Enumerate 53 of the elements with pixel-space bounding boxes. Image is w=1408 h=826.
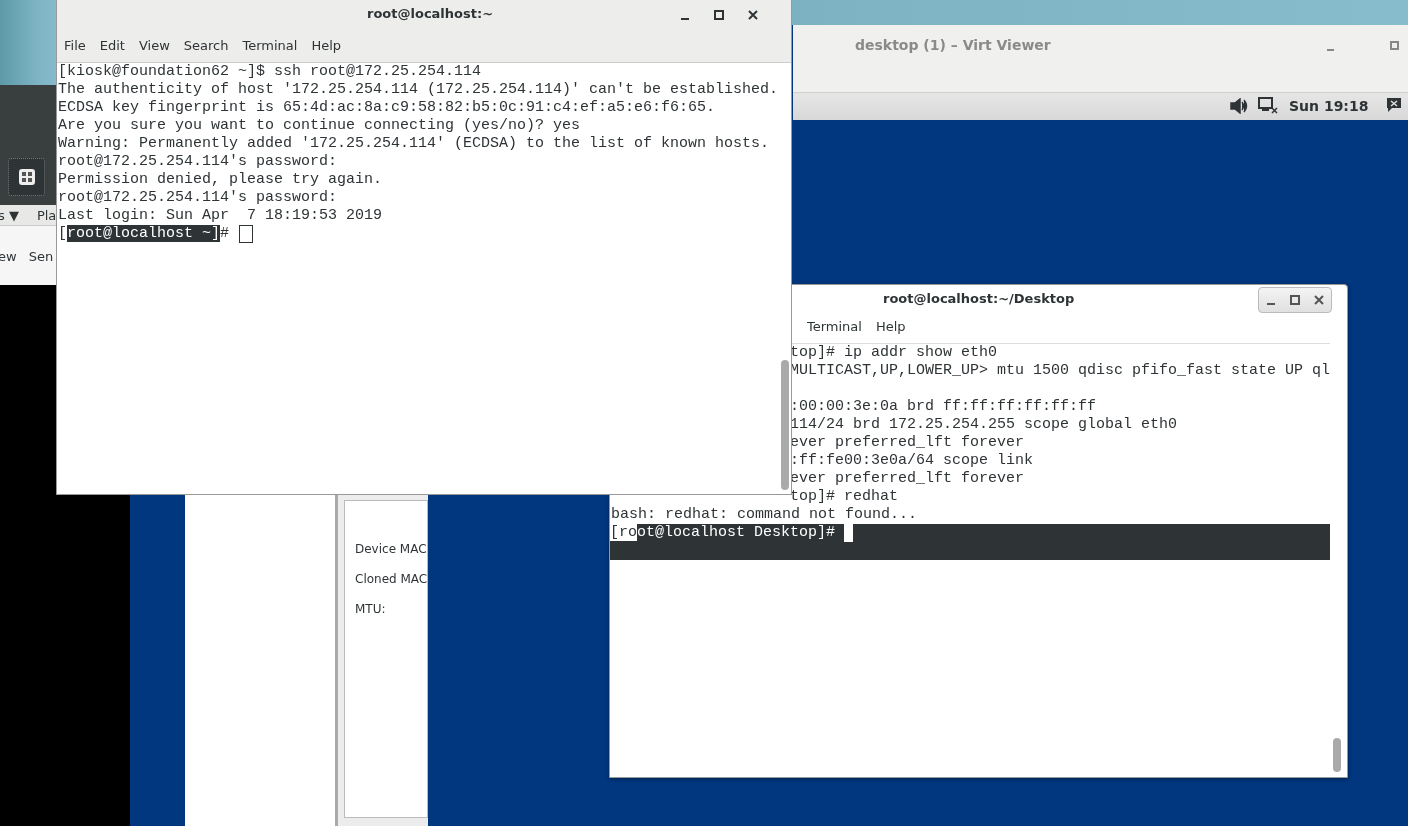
menu-item[interactable]: Edit (92, 38, 132, 53)
terminal-text: bash: redhat: command not found... (611, 506, 918, 523)
terminal-text: 114/24 brd 172.25.254.255 scope global eth0 (790, 416, 1178, 433)
terminal-text: ECDSA key fingerprint is 65:4d:ac:8a:c9:58:82:b5:0c:91:c4:ef:a5:e6:f6:65. (58, 99, 716, 116)
menu-item[interactable]: View (131, 38, 177, 53)
volume-icon[interactable] (1230, 98, 1248, 114)
menu-item[interactable]: Help (868, 319, 913, 334)
terminal-text: top]# ip addr show eth0 (790, 344, 998, 361)
field-label: MTU: (355, 602, 387, 616)
menu-item[interactable]: Terminal (800, 319, 869, 334)
minimize-icon (1326, 49, 1334, 51)
menu-item[interactable]: Search (176, 38, 236, 53)
close-icon (1314, 295, 1324, 305)
terminal-text: The authenticity of host '172.25.254.114 (172.25.254.114)' can't be established. (58, 81, 779, 98)
terminal-text: Are you sure you want to continue connecting (yes/no)? yes (58, 117, 581, 134)
terminal-text: Last login: Sun Apr 7 18:19:53 2019 (58, 207, 383, 224)
minimize-icon (1267, 303, 1275, 305)
app-grid-button[interactable] (8, 158, 45, 196)
window-title: root@localhost:~/Desktop (883, 291, 1075, 306)
window-title: root@localhost:~ (367, 6, 494, 21)
terminal-text: ever preferred_lft forever (790, 470, 1025, 487)
terminal-text: [ (58, 225, 67, 242)
terminal-text: ever preferred_lft forever (790, 434, 1025, 451)
maximize-icon (1290, 295, 1300, 305)
terminal-text: root@localhost ~] (67, 225, 221, 242)
window-title: desktop (1) – Virt Viewer (855, 37, 1051, 53)
menu-item[interactable]: Terminal (235, 38, 305, 53)
tab-label[interactable]: Sen (28, 248, 54, 264)
terminal-text: Permission denied, please try again. (58, 171, 383, 188)
maximize-icon (1390, 41, 1400, 51)
menu-item[interactable]: Help (304, 38, 349, 53)
menu-item[interactable]: File (57, 38, 93, 53)
scrollbar[interactable] (781, 360, 789, 490)
terminal-text: :00:00:3e:0a brd ff:ff:ff:ff:ff:ff (790, 398, 1097, 415)
field-label: Cloned MAC (355, 572, 427, 586)
minimize-icon (681, 18, 689, 20)
maximize-icon (714, 10, 724, 20)
terminal-text: :ff:fe00:3e0a/64 scope link (790, 452, 1034, 469)
menu-item[interactable]: Pla (36, 207, 57, 223)
close-icon (748, 10, 758, 20)
terminal-text: [ro (610, 524, 637, 541)
terminal-text: MULTICAST,UP,LOWER_UP> mtu 1500 qdisc pfifo_fast state UP ql (790, 362, 1331, 379)
terminal-text: [kiosk@foundation62 ~]$ ssh root@172.25.254.114 (58, 63, 482, 80)
chat-icon[interactable] (1386, 97, 1402, 113)
terminal-text: root@172.25.254.114's password: (58, 153, 338, 170)
grid-icon (16, 167, 37, 187)
clock[interactable]: Sun 19:18 (1289, 98, 1369, 114)
network-icon[interactable] (1258, 97, 1278, 115)
terminal-text: root@172.25.254.114's password: (58, 189, 338, 206)
field-label: Device MAC (355, 542, 427, 556)
scrollbar[interactable] (1333, 738, 1341, 772)
terminal-text: Warning: Permanently added '172.25.254.114' (ECDSA) to the list of known hosts. (58, 135, 770, 152)
terminal-text: top]# redhat (790, 488, 899, 505)
